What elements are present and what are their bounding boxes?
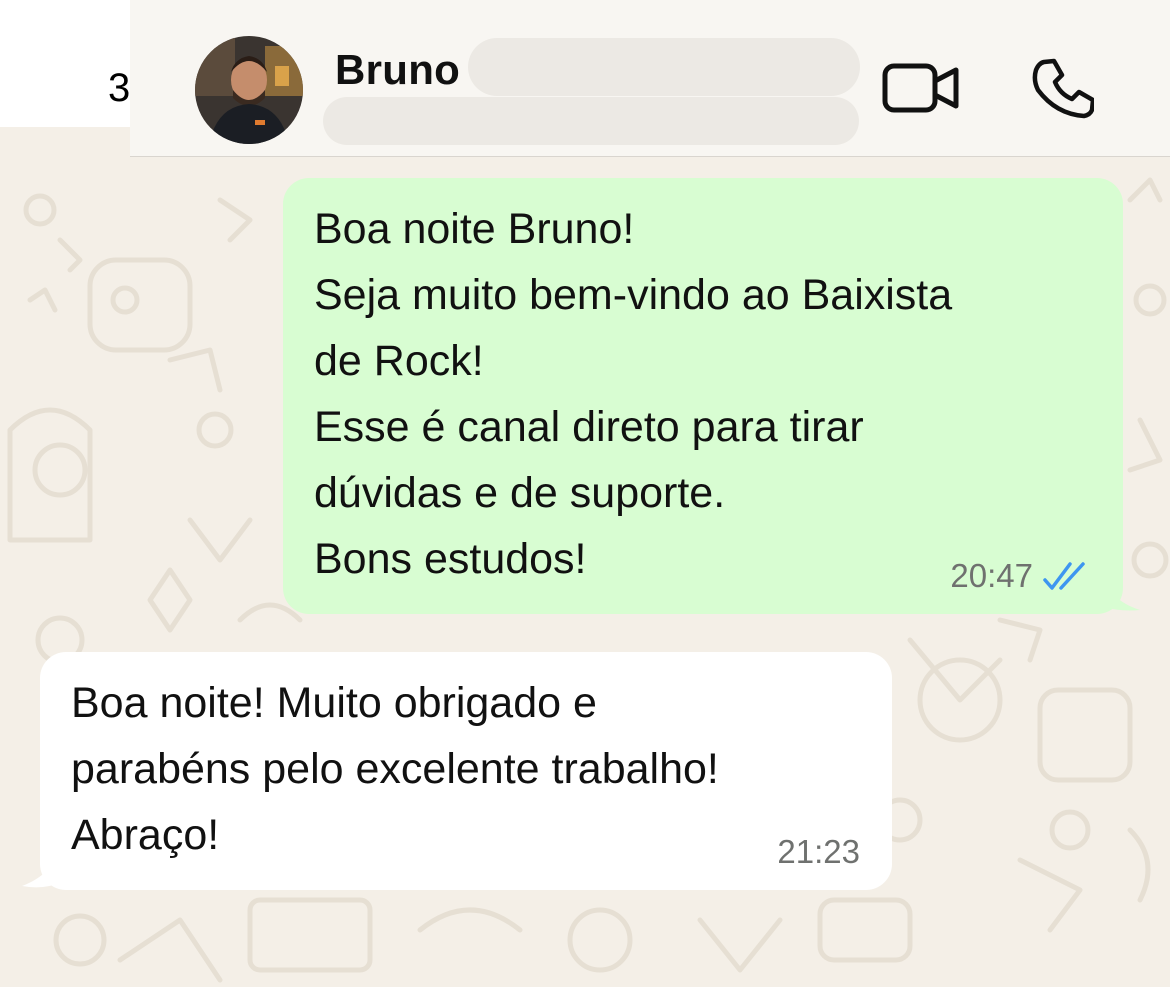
message-timestamp: 21:23 xyxy=(777,833,860,870)
unread-count-fragment[interactable]: 3 xyxy=(108,66,130,111)
double-check-icon xyxy=(1043,562,1085,590)
outgoing-message[interactable]: Boa noite Bruno! Seja muito bem-vindo ao… xyxy=(283,178,1123,614)
message-line: Boa noite Bruno! xyxy=(314,205,635,253)
message-line: de Rock! xyxy=(314,337,484,385)
message-line: parabéns pelo excelente trabalho! xyxy=(71,745,719,793)
message-line: dúvidas e de suporte. xyxy=(314,469,726,517)
message-line: Esse é canal direto para tirar xyxy=(314,403,864,451)
incoming-message[interactable]: Boa noite! Muito obrigado e parabéns pel… xyxy=(40,652,892,890)
avatar[interactable] xyxy=(195,36,303,144)
contact-name[interactable]: Bruno xyxy=(335,46,460,94)
message-line: Boa noite! Muito obrigado e xyxy=(71,679,597,727)
message-meta: 20:47 xyxy=(950,556,1093,596)
message-line: Abraço! xyxy=(71,811,220,859)
message-meta: 21:23 xyxy=(777,832,860,872)
avatar-photo xyxy=(195,36,303,144)
chat-header: Bruno xyxy=(130,0,1170,157)
video-call-button[interactable] xyxy=(882,62,960,114)
voice-call-button[interactable] xyxy=(1030,56,1096,120)
phone-icon xyxy=(1032,58,1096,119)
message-line: Seja muito bem-vindo ao Baixista xyxy=(314,271,953,319)
redacted-surname xyxy=(468,38,860,96)
video-camera-icon xyxy=(882,63,959,113)
chat-screen: 3 Bruno Boa noite Bruno! Seja muito bem-… xyxy=(0,0,1170,987)
message-timestamp: 20:47 xyxy=(950,557,1033,594)
redacted-status xyxy=(323,97,859,145)
